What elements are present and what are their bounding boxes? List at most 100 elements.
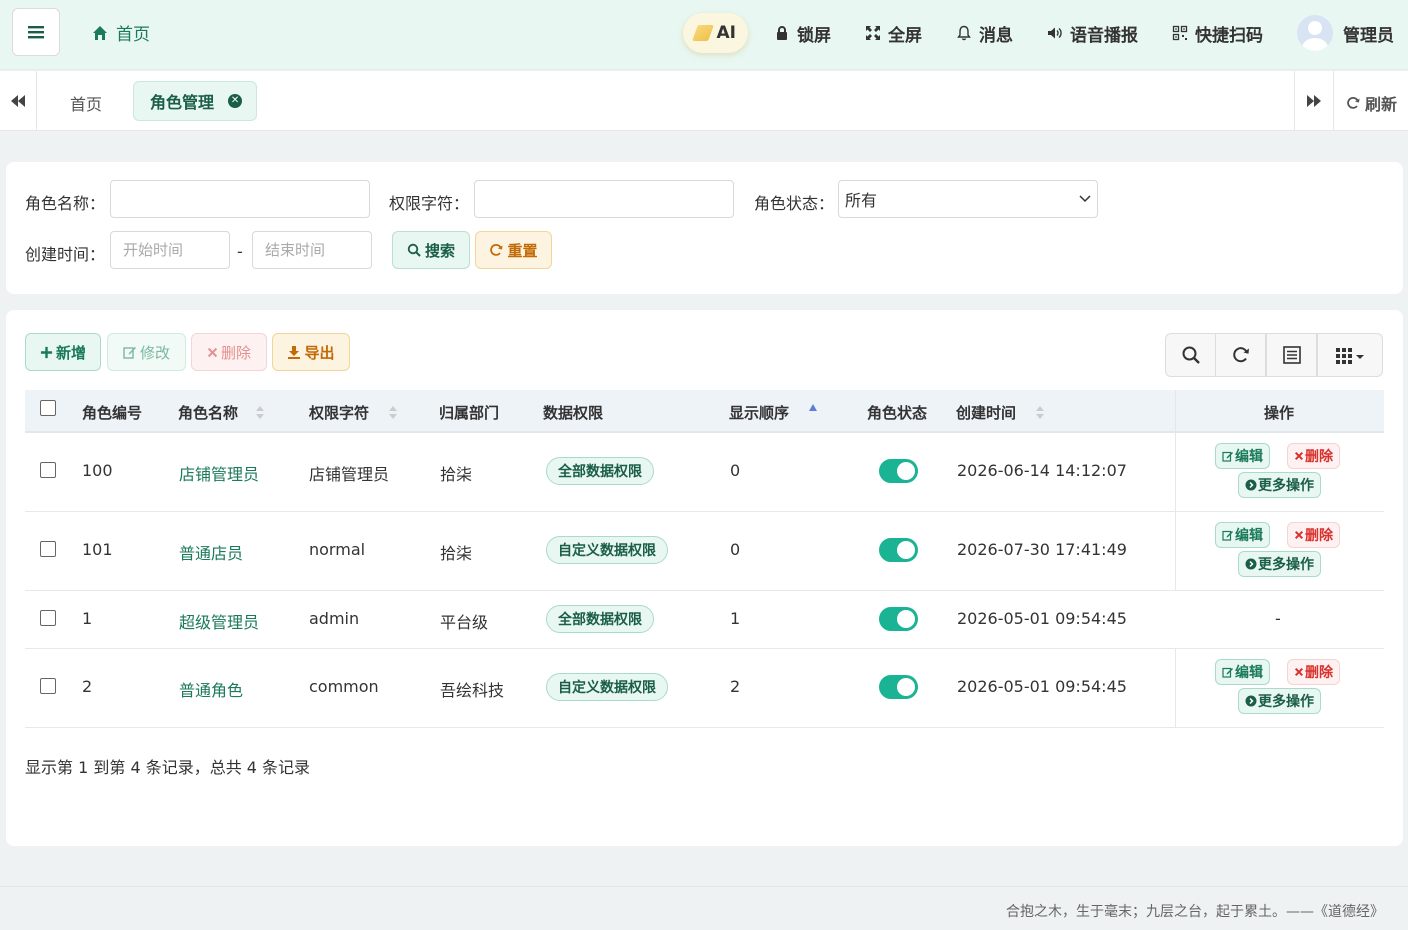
nav-home-link[interactable]: 首页 (92, 20, 150, 45)
row-delete-button[interactable]: 删除 (1287, 443, 1340, 469)
add-button[interactable]: 新增 (25, 333, 101, 371)
row-more-actions-label: 更多操作 (1258, 478, 1314, 494)
ai-button[interactable]: AI (682, 13, 748, 53)
end-time-input[interactable] (252, 231, 372, 269)
tabs-bar: 首页 角色管理 ✕ 刷新 (0, 71, 1408, 131)
select-all-checkbox[interactable] (40, 400, 56, 416)
edit-icon (123, 347, 136, 359)
double-chevron-right-icon (1307, 95, 1321, 107)
nav-home-label: 首页 (116, 25, 150, 45)
role-name-link[interactable]: 普通角色 (179, 677, 243, 701)
sort-icon (1036, 405, 1045, 420)
search-icon (407, 243, 421, 257)
tab-scroll-right-button[interactable] (1294, 71, 1334, 131)
columns-menu-button[interactable] (1317, 333, 1383, 377)
row-edit-button[interactable]: 编辑 (1215, 659, 1270, 685)
delete-button[interactable]: 删除 (191, 333, 267, 371)
row-delete-button[interactable]: 删除 (1287, 522, 1340, 548)
row-edit-button[interactable]: 编辑 (1215, 443, 1270, 469)
role-status-label: 角色状态： (754, 194, 835, 213)
created-time-cell: 2026-07-30 17:41:49 (957, 540, 1127, 559)
role-name-link[interactable]: 普通店员 (179, 540, 243, 564)
col-created[interactable]: 创建时间 (956, 402, 1045, 423)
toggle-view-button[interactable] (1266, 333, 1317, 377)
row-delete-label: 删除 (1305, 665, 1333, 681)
download-icon (288, 346, 301, 359)
messages-button[interactable]: 消息 (956, 21, 1013, 46)
voice-broadcast-button[interactable]: 语音播报 (1047, 21, 1138, 46)
role-name-link[interactable]: 店铺管理员 (179, 461, 259, 485)
row-checkbox[interactable] (40, 541, 56, 557)
role-id-cell: 101 (82, 540, 113, 559)
user-menu[interactable]: 管理员 (1297, 15, 1394, 51)
row-delete-label: 删除 (1305, 528, 1333, 544)
plus-icon (40, 346, 53, 358)
role-name-label: 角色名称： (25, 194, 106, 213)
col-role-key[interactable]: 权限字符 (309, 402, 398, 423)
row-checkbox[interactable] (40, 610, 56, 626)
status-toggle[interactable] (879, 607, 918, 631)
footer: 合抱之木，生于毫末；九层之台，起于累土。——《道德经》 (0, 886, 1408, 930)
tab-home[interactable]: 首页 (70, 91, 102, 115)
tab-role-management[interactable]: 角色管理 ✕ (133, 81, 258, 121)
role-status-selected: 所有 (845, 191, 878, 210)
status-toggle[interactable] (879, 675, 918, 699)
role-name-link[interactable]: 超级管理员 (179, 609, 259, 633)
search-form-panel: 角色名称： 权限字符： 角色状态： 所有 创建时间： - 搜索 重置 (6, 162, 1403, 294)
data-scope-badge: 全部数据权限 (546, 605, 654, 633)
order-cell: 2 (730, 677, 741, 696)
reset-button[interactable]: 重置 (475, 231, 552, 269)
toggle-search-button[interactable] (1165, 333, 1216, 377)
col-role-name-label: 角色名称 (178, 404, 239, 422)
role-key-input[interactable] (474, 180, 734, 218)
row-checkbox[interactable] (40, 462, 56, 478)
row-more-actions-button[interactable]: 更多操作 (1238, 688, 1321, 714)
quick-scan-button[interactable]: 快捷扫码 (1172, 21, 1263, 46)
quick-scan-label: 快捷扫码 (1195, 25, 1263, 46)
refresh-table-button[interactable] (1215, 333, 1266, 377)
col-dept: 归属部门 (439, 402, 499, 423)
close-icon (1294, 451, 1304, 461)
role-key-label: 权限字符： (389, 194, 470, 213)
col-order-label: 显示顺序 (729, 404, 790, 422)
tab-scroll-left-button[interactable] (0, 71, 37, 131)
refresh-tab-button[interactable]: 刷新 (1346, 91, 1397, 115)
row-checkbox[interactable] (40, 678, 56, 694)
status-toggle[interactable] (879, 459, 918, 483)
close-icon (1294, 530, 1304, 540)
chevron-down-icon (1079, 195, 1091, 203)
fullscreen-icon (866, 26, 880, 40)
sort-icon (389, 405, 398, 420)
row-edit-label: 编辑 (1235, 449, 1263, 465)
role-name-input[interactable] (110, 180, 370, 218)
col-order[interactable]: 显示顺序 (729, 402, 818, 423)
start-time-input[interactable] (110, 231, 230, 269)
refresh-icon (1232, 347, 1249, 363)
order-cell: 0 (730, 461, 741, 480)
row-more-actions-button[interactable]: 更多操作 (1238, 472, 1321, 498)
row-edit-button[interactable]: 编辑 (1215, 522, 1270, 548)
navbar-right-group: AI 锁屏 全屏 消息 语音播报 快捷扫码 管理员 (682, 0, 1394, 66)
search-icon (1182, 346, 1200, 364)
search-button[interactable]: 搜索 (392, 231, 470, 269)
created-time-cell: 2026-06-14 14:12:07 (957, 461, 1127, 480)
refresh-icon (1347, 97, 1360, 109)
role-id-cell: 2 (82, 677, 93, 696)
col-created-label: 创建时间 (956, 404, 1017, 422)
lock-screen-button[interactable]: 锁屏 (774, 21, 831, 46)
row-more-actions-button[interactable]: 更多操作 (1238, 551, 1321, 577)
close-icon[interactable]: ✕ (228, 94, 243, 108)
status-toggle[interactable] (879, 538, 918, 562)
menu-toggle-button[interactable] (12, 8, 60, 56)
role-status-select[interactable]: 所有 (838, 180, 1098, 218)
reset-button-label: 重置 (507, 241, 538, 260)
row-edit-label: 编辑 (1235, 665, 1263, 681)
col-role-id[interactable]: 角色编号 (82, 402, 142, 423)
fullscreen-button[interactable]: 全屏 (865, 21, 922, 46)
edit-button[interactable]: 修改 (107, 333, 186, 371)
export-button[interactable]: 导出 (272, 333, 350, 371)
table-row: 101 普通店员 normal 拾柒 自定义数据权限 0 2026-07-30 … (25, 512, 1384, 591)
row-delete-button[interactable]: 删除 (1287, 659, 1340, 685)
col-role-key-label: 权限字符 (309, 404, 370, 422)
col-role-name[interactable]: 角色名称 (178, 402, 265, 423)
